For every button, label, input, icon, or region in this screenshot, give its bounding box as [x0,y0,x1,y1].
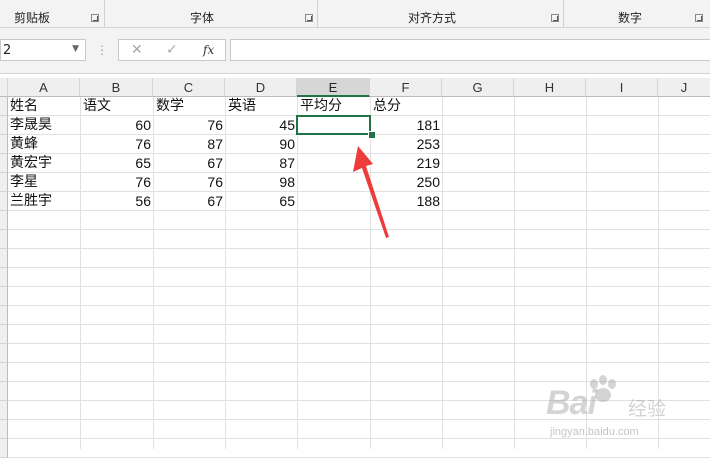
arrow-shape [353,146,389,238]
watermark-brand: Bai [546,384,597,422]
watermark-url: jingyan.baidu.com [550,426,639,438]
watermark-suffix: 经验 [628,398,667,420]
baidu-watermark: Bai 经验 jingyan.baidu.com [520,375,710,449]
